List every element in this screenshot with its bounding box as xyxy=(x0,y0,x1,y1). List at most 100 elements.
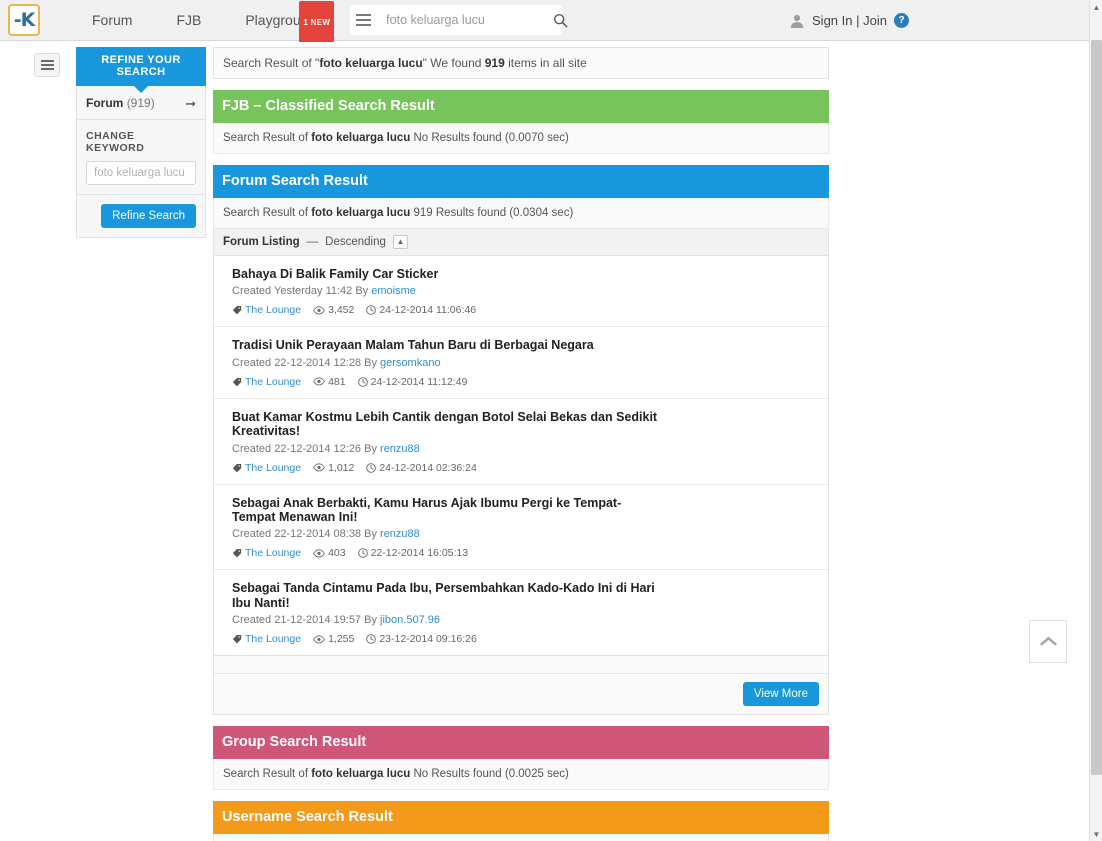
listing-spacer xyxy=(213,656,829,674)
change-keyword-label: CHANGE KEYWORD xyxy=(86,130,145,154)
nav-item-fjb[interactable]: FJB xyxy=(154,0,223,41)
thread-timestamp: 23-12-2014 09:16:26 xyxy=(366,633,477,645)
help-icon[interactable]: ? xyxy=(894,13,909,28)
thread-subline: Created 21-12-2014 19:57 By jibon.507.96 xyxy=(232,614,819,626)
scroll-up-arrow-icon[interactable]: ▲ xyxy=(1090,0,1102,14)
forum-note-query: foto keluarga lucu xyxy=(311,207,411,219)
thread-author-link[interactable]: gersomkano xyxy=(380,357,441,369)
by-label: By xyxy=(364,356,377,369)
fjb-note-suffix: No Results found (0.0070 sec) xyxy=(410,132,569,144)
thread-title[interactable]: Tradisi Unik Perayaan Malam Tahun Baru d… xyxy=(232,338,662,352)
nav-item-playground[interactable]: Playground 1 NEW xyxy=(223,0,338,45)
chevron-up-icon xyxy=(1039,636,1057,646)
thread-view-count: 403 xyxy=(328,547,346,560)
summary-suffix: items in all site xyxy=(504,56,587,70)
page-body: REFINE YOUR SEARCH Forum (919) ➞ CHANGE … xyxy=(0,42,1089,841)
page-scrollbar[interactable]: ▲ ▼ xyxy=(1089,0,1102,841)
scroll-down-arrow-icon[interactable]: ▼ xyxy=(1090,827,1102,841)
thread-title[interactable]: Sebagai Anak Berbakti, Kamu Harus Ajak I… xyxy=(232,496,662,525)
section-note-forum: Search Result of foto keluarga lucu 919 … xyxy=(213,198,829,229)
thread-row[interactable]: Sebagai Tanda Cintamu Pada Ibu, Persemba… xyxy=(214,570,828,655)
playground-new-badge: 1 NEW xyxy=(299,0,335,45)
by-label: By xyxy=(364,442,377,455)
site-logo[interactable]: -K xyxy=(8,4,40,36)
thread-last-post-time: 24-12-2014 11:12:49 xyxy=(370,375,468,388)
refine-search-button[interactable]: Refine Search xyxy=(101,204,196,228)
thread-forum[interactable]: The Lounge xyxy=(232,547,301,559)
tag-icon xyxy=(232,549,242,558)
section-header-forum: Forum Search Result xyxy=(213,165,829,198)
refine-button-row: Refine Search xyxy=(77,195,205,237)
sign-in-link[interactable]: Sign In xyxy=(812,13,852,28)
filter-name: Forum xyxy=(86,96,124,110)
scrollbar-thumb[interactable] xyxy=(1091,40,1102,775)
sidebar-toggle-icon[interactable] xyxy=(34,53,60,77)
change-keyword-input[interactable] xyxy=(86,161,196,185)
thread-timestamp: 24-12-2014 02:36:24 xyxy=(366,462,477,474)
view-more-bar: View More xyxy=(213,674,829,715)
back-to-top-button[interactable] xyxy=(1029,620,1067,663)
thread-row[interactable]: Tradisi Unik Perayaan Malam Tahun Baru d… xyxy=(214,327,828,399)
group-note-suffix: No Results found (0.0025 sec) xyxy=(410,768,569,780)
thread-title[interactable]: Bahaya Di Balik Family Car Sticker xyxy=(232,267,662,281)
group-note-prefix: Search Result of xyxy=(223,768,312,780)
summary-query: foto keluarga lucu xyxy=(319,56,423,70)
thread-forum[interactable]: The Lounge xyxy=(232,462,301,474)
sort-ascending-icon[interactable]: ▲ xyxy=(392,235,408,249)
nav-item-fjb-label: FJB xyxy=(176,11,202,28)
thread-author-link[interactable]: emoisme xyxy=(371,285,416,297)
listing-dash: — xyxy=(306,236,319,248)
created-label: Created xyxy=(232,442,272,455)
user-avatar-icon xyxy=(790,14,804,28)
section-note-username: Search Result of foto keluarga lucu No R… xyxy=(213,834,829,841)
header-search xyxy=(350,5,568,35)
thread-forum-link[interactable]: The Lounge xyxy=(245,304,301,316)
thread-forum-link[interactable]: The Lounge xyxy=(245,633,301,645)
fjb-note-prefix: Search Result of xyxy=(223,132,312,144)
thread-forum-link[interactable]: The Lounge xyxy=(245,376,301,388)
thread-title[interactable]: Buat Kamar Kostmu Lebih Cantik dengan Bo… xyxy=(232,410,662,439)
thread-forum[interactable]: The Lounge xyxy=(232,376,301,388)
created-date: 22-12-2014 12:28 xyxy=(274,356,362,369)
thread-author-link[interactable]: jibon.507.96 xyxy=(380,614,440,626)
thread-forum-link[interactable]: The Lounge xyxy=(245,547,301,559)
group-note-query: foto keluarga lucu xyxy=(311,768,411,780)
thread-forum[interactable]: The Lounge xyxy=(232,633,301,645)
thread-views: 1,012 xyxy=(313,462,354,474)
thread-author-link[interactable]: renzu88 xyxy=(380,528,420,540)
thread-timestamp: 22-12-2014 16:05:13 xyxy=(357,547,468,559)
search-icon[interactable] xyxy=(553,13,568,28)
created-date: Yesterday 11:42 xyxy=(274,285,353,298)
search-input[interactable] xyxy=(376,13,554,27)
forum-thread-list: Bahaya Di Balik Family Car Sticker Creat… xyxy=(213,256,829,656)
thread-title[interactable]: Sebagai Tanda Cintamu Pada Ibu, Persemba… xyxy=(232,581,662,610)
account-area: Sign In | Join ? xyxy=(789,0,909,41)
filter-count: (919) xyxy=(126,96,155,110)
refine-panel-body: Forum (919) ➞ CHANGE KEYWORD Refine Sear… xyxy=(76,86,206,238)
by-label: By xyxy=(364,614,377,626)
thread-views: 3,452 xyxy=(313,304,354,316)
thread-meta: The Lounge 3,452 24-12-2014 11:06:46 xyxy=(232,304,819,316)
thread-forum[interactable]: The Lounge xyxy=(232,304,301,316)
thread-row[interactable]: Sebagai Anak Berbakti, Kamu Harus Ajak I… xyxy=(214,485,828,571)
fjb-note-query: foto keluarga lucu xyxy=(311,132,411,144)
thread-forum-link[interactable]: The Lounge xyxy=(245,462,301,474)
tag-icon xyxy=(232,377,242,387)
search-results-column: Search Result of "foto keluarga lucu" We… xyxy=(213,47,829,841)
thread-last-post-time: 24-12-2014 11:06:46 xyxy=(379,304,477,317)
view-more-button[interactable]: View More xyxy=(742,682,819,706)
clock-icon xyxy=(357,548,368,559)
eye-icon xyxy=(313,306,325,315)
thread-views: 481 xyxy=(313,376,346,388)
tag-icon xyxy=(232,306,242,315)
created-label: Created xyxy=(232,614,272,626)
refine-your-search-header[interactable]: REFINE YOUR SEARCH xyxy=(76,47,206,93)
thread-author-link[interactable]: renzu88 xyxy=(380,443,420,455)
thread-row[interactable]: Buat Kamar Kostmu Lebih Cantik dengan Bo… xyxy=(214,399,828,485)
thread-row[interactable]: Bahaya Di Balik Family Car Sticker Creat… xyxy=(214,256,828,328)
nav-item-forum[interactable]: Forum xyxy=(70,0,154,41)
by-label: By xyxy=(355,285,369,298)
join-link[interactable]: Join xyxy=(863,13,887,28)
hamburger-icon[interactable] xyxy=(350,5,377,35)
created-date: 22-12-2014 08:38 xyxy=(274,528,362,541)
